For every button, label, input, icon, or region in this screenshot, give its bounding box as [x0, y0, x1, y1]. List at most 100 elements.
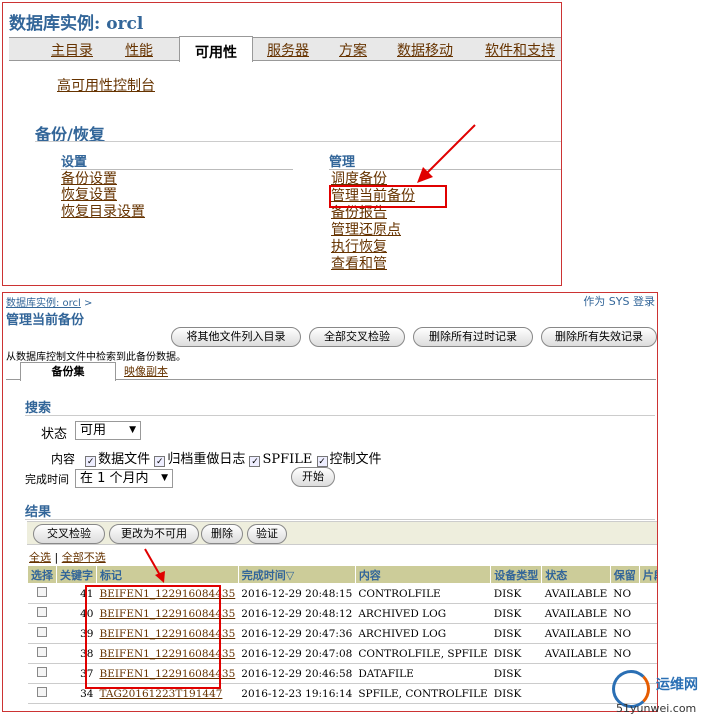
cell-status: AVAILABLE	[541, 623, 611, 644]
info-hint: 从数据库控制文件中检索到此备份数据。	[6, 352, 186, 363]
cell-keep: NO	[610, 643, 640, 664]
datafile-checkbox[interactable]: ✓	[85, 456, 97, 467]
database-instance-title: 数据库实例: orcl	[9, 14, 144, 34]
chevron-down-icon: ▼	[129, 425, 136, 435]
results-divider	[25, 519, 655, 520]
select-none-link[interactable]: 全部不选	[62, 551, 106, 564]
breadcrumb: 数据库实例: orcl >	[6, 294, 92, 309]
delete-obsolete-button[interactable]: 删除所有过时记录	[413, 327, 533, 347]
cell-content: CONTROLFILE	[355, 583, 491, 604]
ha-console-link[interactable]: 高可用性控制台	[57, 75, 155, 95]
tab-image-copies[interactable]: 映像副本	[124, 363, 168, 379]
cell-device-type: DISK	[490, 663, 542, 684]
archivelog-label: 归档重做日志	[167, 452, 246, 467]
row-select-checkbox[interactable]	[27, 583, 57, 604]
tab-performance[interactable]: 性能	[125, 40, 153, 60]
table-header-row: 选择 关键字 标记 完成时间▽ 内容 设备类型 状态 保留 片段	[27, 565, 657, 584]
cell-status	[541, 663, 611, 684]
tab-server[interactable]: 服务器	[267, 40, 309, 60]
manage-heading: 管理	[329, 155, 356, 170]
checkbox[interactable]	[37, 667, 47, 677]
crosscheck-all-button[interactable]: 全部交叉检验	[309, 327, 405, 347]
tab-software-support[interactable]: 软件和支持	[485, 40, 555, 60]
tab-backup-sets[interactable]: 备份集	[20, 362, 116, 381]
cell-completion-time: 2016-12-29 20:47:08	[238, 643, 356, 664]
catalog-files-button[interactable]: 将其他文件列入目录	[171, 327, 301, 347]
availability-page-panel: 数据库实例: orcl 主目录 性能 可用性 服务器 方案 数据移动 软件和支持…	[2, 2, 562, 286]
status-select[interactable]: 可用 ▼	[75, 421, 141, 440]
row-select-checkbox[interactable]	[27, 623, 57, 644]
completion-time-value: 在 1 个月内	[80, 471, 149, 486]
backup-settings-link[interactable]: 备份设置	[61, 171, 117, 187]
cell-device-type: DISK	[490, 683, 542, 704]
col-completion-time[interactable]: 完成时间▽	[237, 565, 356, 584]
row-select-checkbox[interactable]	[27, 683, 57, 704]
perform-recovery-link[interactable]: 执行恢复	[331, 239, 387, 255]
tab-home[interactable]: 主目录	[51, 40, 93, 60]
col-key[interactable]: 关键字	[56, 565, 97, 584]
controlfile-checkbox[interactable]: ✓	[316, 456, 328, 467]
cell-pieces: 1	[639, 583, 657, 604]
row-select-checkbox[interactable]	[27, 663, 57, 684]
cell-content: ARCHIVED LOG	[355, 603, 491, 624]
setup-divider	[61, 169, 293, 170]
select-all-link[interactable]: 全选	[29, 551, 51, 564]
checkbox[interactable]	[37, 647, 47, 657]
cell-keep: NO	[610, 623, 640, 644]
checkbox[interactable]	[37, 607, 47, 617]
cell-device-type: DISK	[490, 643, 542, 664]
recovery-catalog-settings-link[interactable]: 恢复目录设置	[61, 204, 145, 220]
cell-status: AVAILABLE	[541, 643, 611, 664]
controlfile-label: 控制文件	[329, 452, 382, 467]
main-tab-bar: 主目录 性能 可用性 服务器 方案 数据移动 软件和支持	[9, 36, 561, 62]
checkbox[interactable]	[37, 587, 47, 597]
go-button[interactable]: 开始	[291, 467, 335, 487]
cell-completion-time: 2016-12-29 20:48:15	[238, 583, 356, 604]
row-select-checkbox[interactable]	[27, 643, 57, 664]
col-pieces[interactable]: 片段	[638, 565, 657, 584]
delete-expired-button[interactable]: 删除所有失效记录	[541, 327, 657, 347]
delete-button[interactable]: 删除	[201, 524, 243, 544]
cell-content: CONTROLFILE, SPFILE	[355, 643, 491, 664]
col-content[interactable]: 内容	[354, 565, 492, 584]
cell-status: AVAILABLE	[541, 603, 611, 624]
cell-content: ARCHIVED LOG	[355, 623, 491, 644]
make-unavailable-button[interactable]: 更改为不可用	[109, 524, 199, 544]
cell-status	[541, 683, 611, 704]
col-status[interactable]: 状态	[541, 565, 611, 584]
cell-pieces: 1	[639, 603, 657, 624]
row-select-checkbox[interactable]	[27, 603, 57, 624]
view-and-manage-link[interactable]: 查看和管	[331, 256, 387, 272]
cell-status: AVAILABLE	[541, 583, 611, 604]
archivelog-checkbox[interactable]: ✓	[154, 456, 166, 467]
manage-restore-points-link[interactable]: 管理还原点	[331, 222, 401, 238]
spfile-checkbox[interactable]: ✓	[249, 456, 261, 467]
crosscheck-button[interactable]: 交叉检验	[33, 524, 105, 544]
manage-backups-page-panel: 数据库实例: orcl > 作为 SYS 登录 管理当前备份 将其他文件列入目录…	[2, 292, 658, 712]
cell-pieces: 1	[639, 623, 657, 644]
tab-schema[interactable]: 方案	[339, 40, 367, 60]
content-filter: 内容 ✓ 数据文件 ✓ 归档重做日志 ✓ SPFILE ✓ 控制文件	[51, 448, 382, 467]
completion-time-label: 完成时间	[25, 473, 69, 486]
tab-availability[interactable]: 可用性	[179, 36, 253, 62]
status-label: 状态	[41, 427, 68, 442]
results-heading: 结果	[25, 505, 52, 520]
cell-keep: NO	[610, 603, 640, 624]
select-separator: |	[54, 551, 59, 564]
checkbox[interactable]	[37, 687, 47, 697]
tab-data-movement[interactable]: 数据移动	[397, 40, 453, 60]
completion-time-select[interactable]: 在 1 个月内 ▼	[75, 469, 173, 488]
breadcrumb-db-link[interactable]: 数据库实例: orcl	[6, 298, 81, 309]
validate-button[interactable]: 验证	[247, 524, 287, 544]
col-keep[interactable]: 保留	[609, 565, 640, 584]
recovery-settings-link[interactable]: 恢复设置	[61, 187, 117, 203]
watermark-url: 51yunwei.com	[616, 702, 697, 715]
red-arrow-icon	[144, 548, 165, 583]
search-heading: 搜索	[25, 401, 52, 416]
chevron-down-icon: ▼	[161, 473, 168, 483]
cell-completion-time: 2016-12-29 20:46:58	[238, 663, 356, 684]
spfile-label: SPFILE	[262, 452, 313, 467]
cell-pieces: 1	[639, 643, 657, 664]
col-device-type[interactable]: 设备类型	[490, 565, 543, 584]
checkbox[interactable]	[37, 627, 47, 637]
